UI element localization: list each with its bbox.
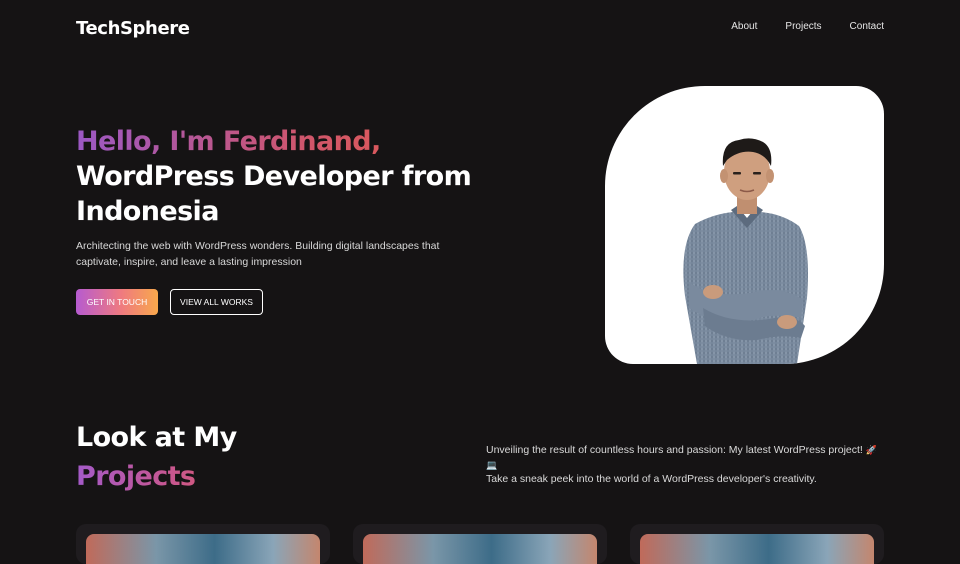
project-card[interactable] bbox=[353, 524, 607, 564]
projects-description-line2: Take a sneak peek into the world of a Wo… bbox=[486, 473, 817, 485]
get-in-touch-button[interactable]: GET IN TOUCH bbox=[76, 289, 158, 315]
nav-link-about[interactable]: About bbox=[731, 21, 757, 32]
view-all-works-button[interactable]: VIEW ALL WORKS bbox=[170, 289, 263, 315]
top-nav: TechSphere About Projects Contact bbox=[0, 0, 960, 58]
nav-links: About Projects Contact bbox=[731, 21, 884, 32]
developer-portrait bbox=[683, 138, 808, 364]
project-thumbnail[interactable] bbox=[86, 534, 320, 564]
projects-title-line2: Projects bbox=[76, 457, 237, 496]
projects-description: Unveiling the result of countless hours … bbox=[486, 443, 886, 487]
project-thumbnail[interactable] bbox=[640, 534, 874, 564]
projects-section-title: Look at My Projects bbox=[76, 418, 237, 496]
hero-title-line2: WordPress Developer from bbox=[76, 161, 472, 192]
site-logo[interactable]: TechSphere bbox=[76, 18, 190, 39]
portrait-card bbox=[605, 86, 884, 364]
projects-title-line1: Look at My bbox=[76, 422, 237, 453]
nav-link-projects[interactable]: Projects bbox=[785, 21, 821, 32]
hero-title-line3: Indonesia bbox=[76, 196, 219, 227]
project-card[interactable] bbox=[76, 524, 330, 564]
hero-title: Hello, I'm Ferdinand, WordPress Develope… bbox=[76, 124, 496, 229]
hero-greeting: Hello, I'm Ferdinand, bbox=[76, 124, 496, 159]
project-card[interactable] bbox=[630, 524, 884, 564]
hero-description: Architecting the web with WordPress wond… bbox=[76, 240, 440, 268]
projects-description-line1: Unveiling the result of countless hours … bbox=[486, 444, 863, 456]
nav-link-contact[interactable]: Contact bbox=[850, 21, 884, 32]
project-thumbnail[interactable] bbox=[363, 534, 597, 564]
